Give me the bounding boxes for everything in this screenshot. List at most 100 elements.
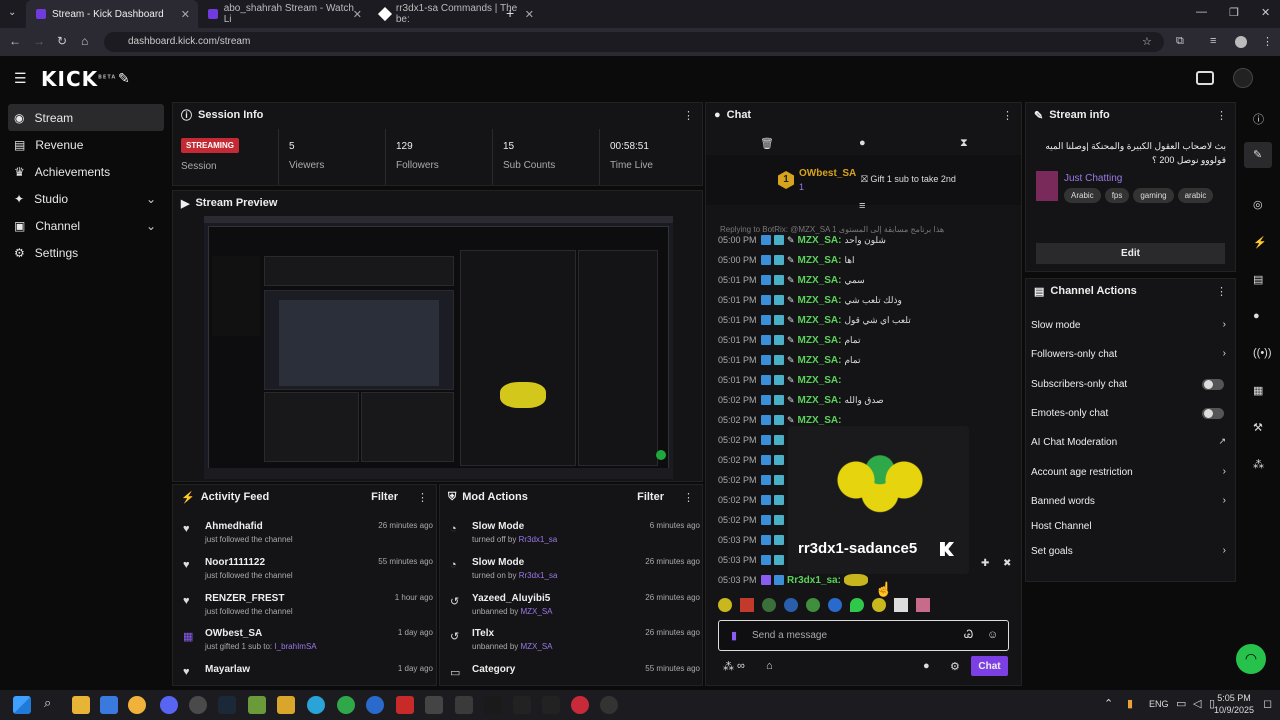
new-tab-icon[interactable]: + (506, 5, 514, 21)
message-input[interactable]: ▮ Send a message Ꮚ ☺ (718, 620, 1009, 651)
emote-icon[interactable] (850, 598, 864, 612)
microphone-icon[interactable]: ▮ (731, 629, 737, 642)
list-icon[interactable]: ▤ (1253, 273, 1263, 286)
action-account-age[interactable]: Account age restriction › (1031, 466, 1226, 478)
kick-icon[interactable] (1196, 71, 1214, 85)
emote-icon[interactable] (718, 598, 732, 612)
delete-icon[interactable]: ✖ (1003, 558, 1011, 569)
close-tab-icon[interactable]: ✕ (181, 8, 190, 21)
emote-icon[interactable] (762, 598, 776, 612)
app-icon[interactable] (128, 696, 146, 714)
message-user[interactable]: Rr3dx1_sa: (787, 575, 841, 586)
pin-icon[interactable]: ✚ (981, 558, 989, 569)
home-icon[interactable]: ⌂ (81, 34, 88, 48)
emote-icon[interactable] (784, 598, 798, 612)
emote-icon[interactable] (843, 574, 868, 586)
gift-target-link[interactable]: I_brahImSA (274, 642, 316, 651)
emoji-icon[interactable]: ☺ (987, 629, 998, 641)
close-window-icon[interactable]: ✕ (1261, 6, 1270, 19)
more-icon[interactable]: ⋮ (1002, 109, 1013, 122)
store-icon[interactable] (100, 696, 118, 714)
emote-icon[interactable] (828, 598, 842, 612)
target-icon[interactable]: ◎ (1253, 198, 1263, 211)
stream-preview-video[interactable] (204, 216, 673, 479)
tag-pill[interactable]: fps (1104, 188, 1130, 203)
chat-bubble-icon[interactable]: ● (859, 137, 866, 149)
network-icon[interactable]: ▭ (1176, 697, 1186, 710)
clock-time[interactable]: 5:05 PM (1214, 693, 1254, 703)
discord-icon[interactable] (160, 696, 178, 714)
extensions-icon[interactable]: ⧉ (1176, 35, 1184, 48)
help-headset-icon[interactable]: ◠ (1236, 644, 1266, 674)
category-link[interactable]: Just Chatting (1064, 173, 1122, 184)
profile-avatar-icon[interactable] (1235, 36, 1247, 48)
sidebar-item-revenue[interactable]: ▤ Revenue (8, 131, 164, 158)
broadcast-icon[interactable]: ((•)) (1253, 347, 1272, 359)
subscribers-only-toggle[interactable] (1202, 379, 1224, 390)
more-icon[interactable]: ⋮ (417, 491, 428, 504)
windows-start-icon[interactable] (13, 696, 31, 714)
browser-menu-icon[interactable]: ⋮ (1262, 35, 1273, 48)
points-icon[interactable]: ⁂ (723, 660, 734, 673)
address-bar[interactable]: dashboard.kick.com/stream (104, 32, 1164, 52)
sidebar-item-stream[interactable]: ◉ Stream (8, 104, 164, 131)
store-icon[interactable]: ⌂ (766, 660, 773, 672)
trash-icon[interactable]: 🗑 (760, 137, 774, 150)
translate-icon[interactable]: Ꮚ (964, 629, 973, 642)
xbox-icon[interactable] (337, 696, 355, 714)
app-icon[interactable] (513, 696, 531, 714)
mod-filter-button[interactable]: Filter (637, 491, 664, 503)
clock-date[interactable]: 10/9/2025 (1214, 705, 1254, 715)
emote-icon[interactable] (740, 598, 754, 612)
sidebar-item-studio[interactable]: ✦ Studio ⌄ (8, 185, 164, 212)
message-user[interactable]: MZX_SA: (798, 375, 842, 386)
message-user[interactable]: MZX_SA: (798, 315, 842, 326)
chat-icon[interactable]: ● (1253, 310, 1260, 322)
emote-icon[interactable] (806, 598, 820, 612)
tab-commands[interactable]: rr3dx1-sa Commands | The be: ✕ (370, 0, 542, 28)
message-user[interactable]: MZX_SA: (798, 235, 842, 246)
lightning-icon[interactable]: ⚡ (1253, 236, 1267, 249)
close-tab-icon[interactable]: ✕ (353, 8, 362, 21)
sidebar-item-channel[interactable]: ▣ Channel ⌄ (8, 212, 164, 239)
forward-icon[interactable]: → (33, 34, 45, 48)
tag-pill[interactable]: arabic (1177, 188, 1214, 203)
action-banned-words[interactable]: Banned words › (1031, 495, 1226, 507)
reload-icon[interactable]: ↻ (57, 34, 67, 48)
edit-stream-button[interactable]: Edit (1036, 243, 1225, 264)
tab-abo-shahrah[interactable]: abo_shahrah Stream - Watch Li ✕ (198, 0, 370, 28)
message-user[interactable]: MZX_SA: (798, 395, 842, 406)
emote-icon[interactable] (872, 598, 886, 612)
hourglass-icon[interactable]: ⧗ (960, 137, 968, 150)
layout-icon[interactable]: ▦ (1253, 384, 1263, 397)
app-icon[interactable] (425, 696, 443, 714)
activity-filter-button[interactable]: Filter (371, 491, 398, 503)
message-user[interactable]: MZX_SA: (798, 295, 842, 306)
app-icon[interactable] (542, 696, 560, 714)
edit-icon[interactable]: ✎ (1253, 148, 1262, 161)
action-ai-moderation[interactable]: AI Chat Moderation ↗ (1031, 436, 1226, 448)
message-user[interactable]: MZX_SA: (798, 335, 842, 346)
gear-icon[interactable]: ⚙ (950, 660, 960, 673)
microphone-icon[interactable]: ▮ (1127, 697, 1133, 710)
message-user[interactable]: MZX_SA: (798, 255, 842, 266)
hamburger-menu-icon[interactable]: ☰ (14, 70, 27, 87)
bookmark-star-icon[interactable]: ☆ (1142, 35, 1152, 48)
search-icon[interactable]: ⌕ (44, 695, 51, 711)
emote-icon[interactable] (916, 598, 930, 612)
minimize-icon[interactable]: — (1196, 6, 1207, 18)
game-icon[interactable] (277, 696, 295, 714)
chrome-icon[interactable] (189, 696, 207, 714)
reading-list-icon[interactable]: ≡ (1210, 35, 1216, 47)
moderator-link[interactable]: MZX_SA (521, 642, 553, 651)
top-gifter-name[interactable]: OWbest_SA (799, 168, 856, 179)
message-user[interactable]: MZX_SA: (798, 415, 842, 426)
chat-send-button[interactable]: Chat (971, 656, 1008, 676)
app-icon[interactable] (455, 696, 473, 714)
app-icon[interactable] (600, 696, 618, 714)
app-icon[interactable] (396, 696, 414, 714)
more-icon[interactable]: ⋮ (683, 491, 694, 504)
app-icon[interactable] (366, 696, 384, 714)
wrench-icon[interactable]: ⚒ (1253, 421, 1263, 434)
minecraft-icon[interactable] (248, 696, 266, 714)
